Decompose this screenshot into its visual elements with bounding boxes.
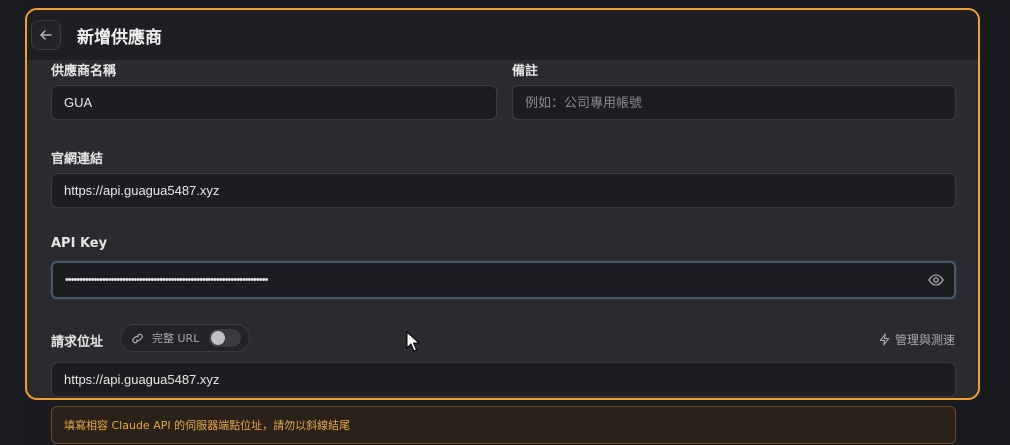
lightning-icon — [879, 333, 890, 346]
link-icon — [132, 333, 143, 343]
dialog-header: 新增供應商 — [27, 10, 978, 60]
website-label: 官網連結 — [51, 152, 104, 167]
endpoint-hint: 填寫相容 Claude API 的伺服器端點位址，請勿以斜線結尾 — [51, 406, 956, 444]
background-right — [998, 0, 1010, 445]
request-url-label: 請求位址 — [51, 335, 104, 350]
switch-knob — [211, 331, 226, 345]
note-input[interactable] — [512, 85, 956, 120]
endpoint-hint-text: 填寫相容 Claude API 的伺服器端點位址，請勿以斜線結尾 — [64, 419, 351, 432]
mouse-cursor-icon — [406, 331, 421, 352]
api-key-label: API Key — [51, 236, 108, 251]
manage-and-speedtest-label: 管理與測速 — [895, 333, 956, 347]
page: 新增供應商 供應商名稱 備註 官網連結 API Key ••••••••••••… — [0, 0, 1010, 445]
toggle-visibility-button[interactable] — [925, 269, 947, 291]
website-input[interactable] — [51, 173, 956, 208]
back-button[interactable] — [31, 20, 61, 50]
note-label: 備註 — [512, 64, 539, 79]
api-key-masked-value: ••••••••••••••••••••••••••••••••••••••••… — [65, 274, 268, 286]
arrow-left-icon — [40, 30, 52, 40]
provider-name-input[interactable] — [51, 85, 497, 120]
eye-icon — [928, 274, 944, 286]
dialog-title: 新增供應商 — [77, 27, 162, 48]
manage-and-speedtest-button[interactable]: 管理與測速 — [878, 331, 955, 348]
full-url-toggle-label: 完整 URL — [152, 332, 200, 345]
full-url-toggle[interactable]: 完整 URL — [120, 324, 251, 352]
request-url-input[interactable] — [51, 362, 956, 397]
add-provider-dialog: 新增供應商 供應商名稱 備註 官網連結 API Key ••••••••••••… — [25, 8, 980, 400]
provider-name-label: 供應商名稱 — [51, 64, 117, 79]
full-url-switch[interactable] — [209, 329, 242, 347]
api-key-input[interactable]: ••••••••••••••••••••••••••••••••••••••••… — [51, 261, 956, 299]
background-left — [0, 0, 26, 445]
